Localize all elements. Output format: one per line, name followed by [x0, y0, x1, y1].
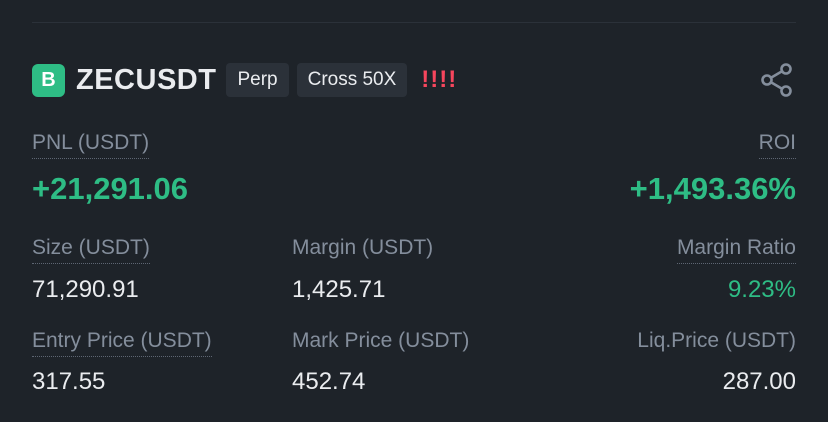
roi-label[interactable]: ROI	[758, 131, 796, 159]
risk-warning-indicator: !!!!	[421, 66, 458, 93]
size-value: 71,290.91	[32, 276, 139, 303]
symbol-name[interactable]: ZECUSDT	[76, 64, 216, 97]
margin-ratio-value: 9.23%	[727, 276, 796, 303]
mark-price-label: Mark Price (USDT)	[292, 329, 470, 352]
pnl-value: +21,291.06	[32, 171, 189, 206]
margin-label: Margin (USDT)	[292, 236, 434, 259]
stats-row1-values: 71,290.91 1,425.71 9.23%	[32, 276, 796, 308]
margin-ratio-label[interactable]: Margin Ratio	[676, 236, 796, 264]
liq-price-value: 287.00	[722, 368, 796, 395]
stats-row2-values: 317.55 452.74 287.00	[32, 368, 796, 400]
entry-price-value: 317.55	[32, 368, 106, 395]
position-header: B ZECUSDT Perp Cross 50X !!!!	[32, 62, 796, 98]
pnl-label[interactable]: PNL (USDT)	[32, 131, 150, 159]
liq-price-label: Liq.Price (USDT)	[637, 329, 796, 352]
roi-value: +1,493.36%	[629, 171, 796, 206]
pnl-roi-labels: PNL (USDT) ROI	[32, 131, 796, 163]
pnl-roi-values: +21,291.06 +1,493.36%	[32, 171, 796, 211]
size-label[interactable]: Size (USDT)	[32, 236, 150, 264]
stats-row1-labels: Size (USDT) Margin (USDT) Margin Ratio	[32, 236, 796, 268]
exchange-badge-icon: B	[32, 63, 65, 97]
contract-type-tag: Perp	[226, 63, 289, 97]
margin-mode-leverage-tag[interactable]: Cross 50X	[296, 63, 408, 97]
mark-price-value: 452.74	[292, 368, 366, 395]
share-button[interactable]	[758, 61, 796, 99]
stats-row2-labels: Entry Price (USDT) Mark Price (USDT) Liq…	[32, 329, 796, 361]
top-divider	[32, 22, 796, 23]
entry-price-label[interactable]: Entry Price (USDT)	[32, 329, 212, 357]
share-icon	[761, 63, 792, 97]
margin-value: 1,425.71	[292, 276, 386, 303]
